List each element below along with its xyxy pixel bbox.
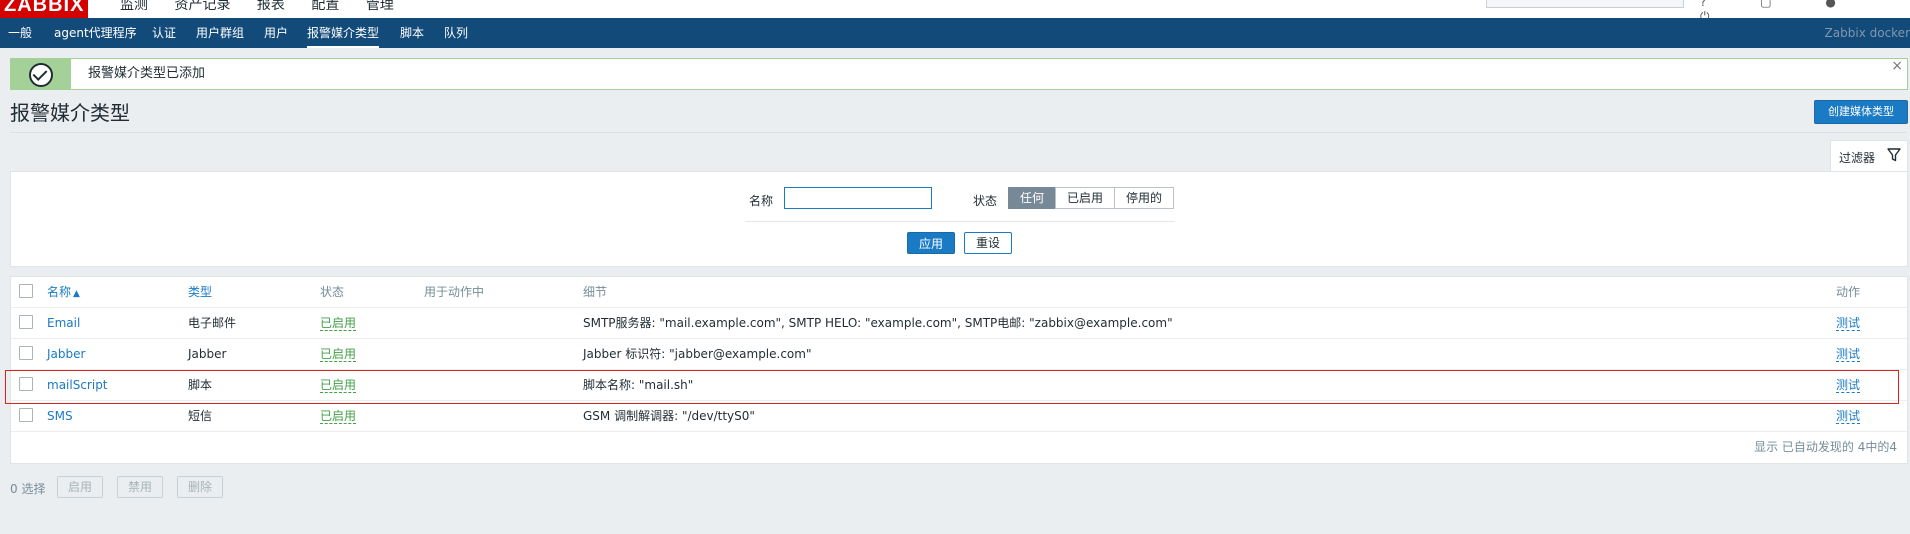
user-icon[interactable]: ● [1825,0,1835,9]
status-option-disabled[interactable]: 停用的 [1114,187,1174,209]
media-type-name-link[interactable]: Email [47,308,80,338]
top-menu-reports[interactable]: 报表 [257,0,285,13]
media-type-details: SMTP服务器: "mail.example.com", SMTP HELO: … [583,316,1173,330]
nav-item-authentication[interactable]: 认证 [152,18,176,48]
filter-name-input[interactable] [784,187,932,209]
status-cell: 已启用 [320,308,357,338]
nav-item-users[interactable]: 用户 [264,18,288,48]
top-header: ZABBIX 监测 资产记录 报表 配置 管理 ? ▢ ● ⏻ [0,0,1910,18]
column-header-name[interactable]: 名称 ▲ [47,277,80,309]
create-media-type-button[interactable]: 创建媒体类型 [1814,100,1908,124]
top-menu-configuration[interactable]: 配置 [311,0,339,13]
nav-item-queue[interactable]: 队列 [444,18,468,48]
logout-icon[interactable]: ⏻ [1700,9,1710,18]
success-message-text: 报警媒介类型已添加 [88,66,206,81]
nav-item-media-types[interactable]: 报警媒介类型 [307,18,380,48]
action-cell: 测试 [1836,401,1861,431]
table-footer-count: 显示 已自动发现的 4中的4 [1754,440,1897,454]
delete-button[interactable]: 删除 [177,476,223,498]
action-cell: 测试 [1836,339,1861,369]
column-header-details: 细节 [583,285,608,299]
status-cell: 已启用 [320,401,357,431]
filter-panel: 名称 状态 任何 已启用 停用的 应用 重设 [10,171,1908,267]
row-checkbox[interactable] [19,346,33,360]
top-menu-monitoring[interactable]: 监测 [120,0,148,13]
disable-button[interactable]: 禁用 [117,476,163,498]
action-cell: 测试 [1836,308,1861,338]
admin-sub-nav: 一般 agent代理程序 认证 用户群组 用户 报警媒介类型 脚本 队列 Zab… [0,18,1910,48]
test-link[interactable]: 测试 [1836,347,1861,362]
status-cell: 已启用 [320,339,357,369]
table-row: Email 电子邮件 已启用 SMTP服务器: "mail.example.co… [11,308,1907,339]
top-menu-inventory[interactable]: 资产记录 [174,0,230,13]
media-type-name-link[interactable]: SMS [47,401,73,431]
filter-funnel-icon [1887,148,1901,162]
global-search-input[interactable] [1486,0,1684,8]
checkmark-icon [29,63,53,87]
highlight-box [5,370,1899,404]
title-divider [10,132,1906,133]
top-menu-administration[interactable]: 管理 [366,0,394,13]
media-type-type: 短信 [188,409,213,423]
status-option-any[interactable]: 任何 [1008,187,1056,209]
top-menu: 监测 资产记录 报表 配置 管理 [120,0,416,14]
media-type-details: GSM 调制解调器: "/dev/ttyS0" [583,409,755,423]
filter-status-label: 状态 [973,194,998,208]
media-type-type: Jabber [188,347,227,361]
filter-tab[interactable]: 过滤器 [1830,140,1908,173]
page-title: 报警媒介类型 [10,101,130,125]
nav-item-scripts[interactable]: 脚本 [400,18,424,48]
success-icon-box [11,59,71,89]
table-header-row: 名称 ▲ 类型 状态 用于动作中 细节 动作 [11,277,1907,308]
test-link[interactable]: 测试 [1836,316,1861,331]
selected-count: 0 选择 [10,482,46,496]
nav-item-proxies[interactable]: agent代理程序 [54,18,137,48]
row-checkbox[interactable] [19,315,33,329]
help-icon[interactable]: ? [1700,0,1706,9]
filter-name-label: 名称 [749,194,774,208]
media-type-type: 电子邮件 [188,316,237,330]
close-icon[interactable]: × [1891,58,1903,74]
status-option-enabled[interactable]: 已启用 [1055,187,1115,209]
filter-separator [745,221,1175,222]
column-header-used-in-actions: 用于动作中 [424,285,485,299]
status-toggle[interactable]: 已启用 [320,409,357,424]
share-icon[interactable]: ▢ [1760,0,1771,9]
column-header-status: 状态 [320,285,345,299]
nav-item-user-groups[interactable]: 用户群组 [196,18,244,48]
enable-button[interactable]: 启用 [57,476,103,498]
table-row: Jabber Jabber 已启用 Jabber 标识符: "jabber@ex… [11,339,1907,370]
media-type-details: Jabber 标识符: "jabber@example.com" [583,347,812,361]
column-header-type[interactable]: 类型 [188,277,212,307]
filter-tab-label: 过滤器 [1839,151,1876,165]
test-link[interactable]: 测试 [1836,409,1861,424]
select-all-checkbox[interactable] [19,284,33,298]
table-row: SMS 短信 已启用 GSM 调制解调器: "/dev/ttyS0" 测试 [11,401,1907,432]
status-toggle[interactable]: 已启用 [320,316,357,331]
zabbix-logo[interactable]: ZABBIX [0,0,89,18]
apply-button[interactable]: 应用 [907,232,955,254]
row-checkbox[interactable] [19,408,33,422]
status-toggle[interactable]: 已启用 [320,347,357,362]
server-name: Zabbix docker [1824,26,1910,40]
media-type-name-link[interactable]: Jabber [47,339,85,369]
column-header-action: 动作 [1836,285,1861,299]
reset-button[interactable]: 重设 [964,232,1012,254]
success-message: 报警媒介类型已添加 × [10,58,1908,90]
top-icons: ? ▢ ● ⏻ [1700,0,1910,18]
nav-item-general[interactable]: 一般 [8,18,32,48]
sort-asc-icon: ▲ [73,289,80,299]
